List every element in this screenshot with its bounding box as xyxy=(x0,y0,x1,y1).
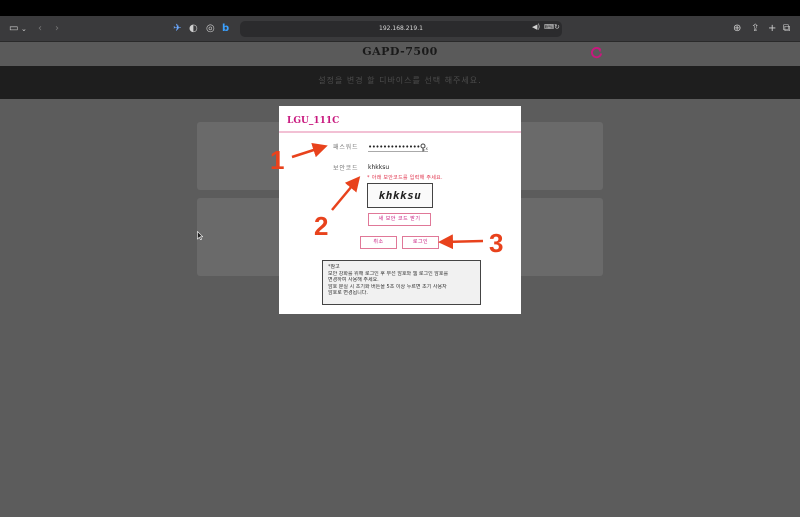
arrow-1 xyxy=(291,142,328,159)
annotation-number-1: 1 xyxy=(270,145,285,175)
annotation-arrows xyxy=(291,142,484,250)
annotation-number-3: 3 xyxy=(489,228,504,258)
annotation-number-2: 2 xyxy=(314,211,329,241)
arrow-2 xyxy=(331,176,361,211)
arrow-3 xyxy=(438,234,484,250)
